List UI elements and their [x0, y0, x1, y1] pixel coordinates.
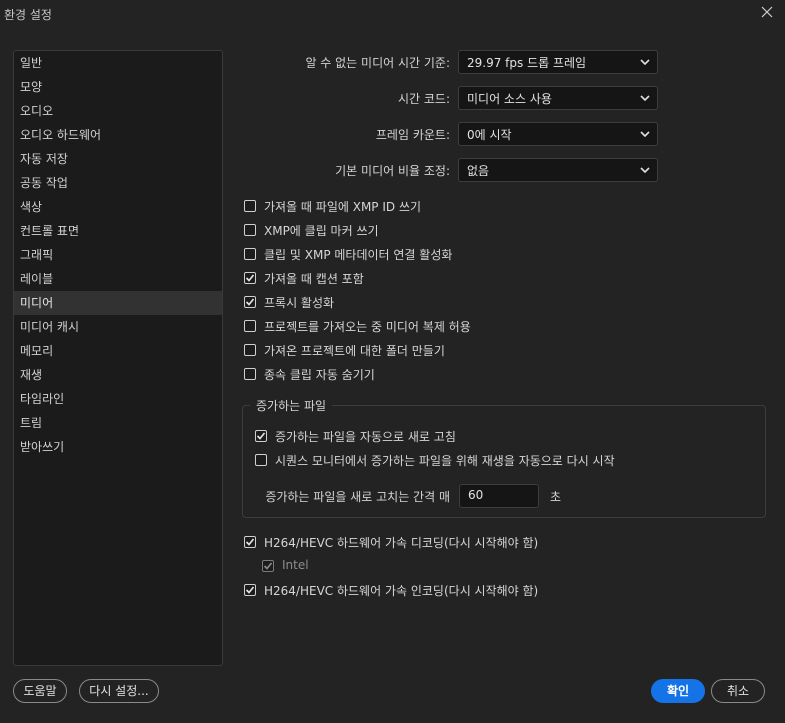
sidebar-item-media[interactable]: 미디어 [14, 291, 222, 315]
frame-count-label: 프레임 카운트: [375, 128, 450, 142]
enable-proxies-label: 프록시 활성화 [264, 296, 335, 310]
default-scaling-value: 없음 [467, 164, 490, 178]
intel-decoder-checkbox[interactable] [262, 560, 274, 572]
sidebar-item-graphics[interactable]: 그래픽 [14, 243, 222, 267]
timebase-label: 알 수 없는 미디어 시간 기준: [305, 56, 450, 70]
write-clip-markers-checkbox[interactable] [244, 224, 256, 236]
chevron-down-icon [639, 128, 651, 143]
chevron-down-icon [639, 164, 651, 179]
sidebar-item-memory[interactable]: 메모리 [14, 339, 222, 363]
write-clip-markers-label: XMP에 클립 마커 쓰기 [264, 224, 379, 238]
default-scaling-dropdown[interactable]: 없음 [458, 158, 658, 182]
sidebar-item-labels[interactable]: 레이블 [14, 267, 222, 291]
include-captions-checkbox[interactable] [244, 272, 256, 284]
help-button[interactable]: 도움말 [13, 679, 67, 703]
timebase-dropdown[interactable]: 29.97 fps 드롭 프레임 [458, 50, 658, 74]
allow-duplicate-media-label: 프로젝트를 가져오는 중 미디어 복제 허용 [264, 320, 471, 334]
link-xmp-metadata-label: 클립 및 XMP 메타데이터 연결 활성화 [264, 248, 453, 262]
growing-files-title: 증가하는 파일 [250, 397, 333, 414]
cancel-button[interactable]: 취소 [711, 679, 765, 703]
write-xmp-id-checkbox[interactable] [244, 200, 256, 212]
sidebar-item-collaboration[interactable]: 공동 작업 [14, 171, 222, 195]
auto-hide-subclips-checkbox[interactable] [244, 368, 256, 380]
enable-proxies-checkbox[interactable] [244, 296, 256, 308]
refresh-growing-files-label: 증가하는 파일을 자동으로 새로 고침 [275, 430, 456, 444]
close-icon[interactable] [759, 4, 775, 20]
create-folder-label: 가져온 프로젝트에 대한 폴더 만들기 [264, 344, 445, 358]
write-xmp-id-label: 가져올 때 파일에 XMP ID 쓰기 [264, 200, 422, 214]
chevron-down-icon [639, 92, 651, 107]
timebase-value: 29.97 fps 드롭 프레임 [467, 56, 587, 70]
timecode-label: 시간 코드: [397, 92, 450, 106]
link-xmp-metadata-checkbox[interactable] [244, 248, 256, 260]
refresh-interval-value: 60 [468, 488, 484, 502]
restart-playback-checkbox[interactable] [255, 454, 267, 466]
hw-encode-checkbox[interactable] [244, 584, 256, 596]
sidebar-item-trim[interactable]: 트림 [14, 411, 222, 435]
auto-hide-subclips-label: 종속 클립 자동 숨기기 [264, 368, 375, 382]
chevron-down-icon [639, 56, 651, 71]
intel-decoder-label: Intel [282, 558, 309, 572]
allow-duplicate-media-checkbox[interactable] [244, 320, 256, 332]
frame-count-dropdown[interactable]: 0에 시작 [458, 122, 658, 146]
sidebar-item-general[interactable]: 일반 [14, 51, 222, 75]
refresh-interval-label: 증가하는 파일을 새로 고치는 간격 매 [265, 490, 450, 504]
default-scaling-label: 기본 미디어 비율 조정: [335, 164, 450, 178]
sidebar-item-color[interactable]: 색상 [14, 195, 222, 219]
sidebar-item-audio-hardware[interactable]: 오디오 하드웨어 [14, 123, 222, 147]
preferences-sidebar: 일반 모양 오디오 오디오 하드웨어 자동 저장 공동 작업 색상 컨트롤 표면… [13, 50, 223, 666]
sidebar-item-auto-save[interactable]: 자동 저장 [14, 147, 222, 171]
sidebar-item-timeline[interactable]: 타임라인 [14, 387, 222, 411]
sidebar-item-audio[interactable]: 오디오 [14, 99, 222, 123]
hw-encode-label: H264/HEVC 하드웨어 가속 인코딩(다시 시작해야 함) [264, 584, 539, 598]
timecode-dropdown[interactable]: 미디어 소스 사용 [458, 86, 658, 110]
frame-count-value: 0에 시작 [467, 128, 512, 142]
refresh-interval-unit: 초 [550, 490, 562, 504]
refresh-interval-input[interactable]: 60 [459, 484, 539, 508]
include-captions-label: 가져올 때 캡션 포함 [264, 272, 364, 286]
sidebar-item-media-cache[interactable]: 미디어 캐시 [14, 315, 222, 339]
hw-decode-checkbox[interactable] [244, 536, 256, 548]
title-bar: 환경 설정 [0, 0, 785, 28]
create-folder-checkbox[interactable] [244, 344, 256, 356]
restart-playback-label: 시퀀스 모니터에서 증가하는 파일을 위해 재생을 자동으로 다시 시작 [275, 454, 615, 468]
refresh-growing-files-checkbox[interactable] [255, 430, 267, 442]
hw-decode-label: H264/HEVC 하드웨어 가속 디코딩(다시 시작해야 함) [264, 536, 539, 550]
ok-button[interactable]: 확인 [651, 679, 705, 703]
sidebar-item-transcription[interactable]: 받아쓰기 [14, 435, 222, 459]
window-title: 환경 설정 [4, 8, 52, 22]
sidebar-item-playback[interactable]: 재생 [14, 363, 222, 387]
sidebar-item-control-surface[interactable]: 컨트롤 표면 [14, 219, 222, 243]
sidebar-item-appearance[interactable]: 모양 [14, 75, 222, 99]
timecode-value: 미디어 소스 사용 [467, 92, 552, 106]
reset-button[interactable]: 다시 설정... [79, 679, 159, 703]
